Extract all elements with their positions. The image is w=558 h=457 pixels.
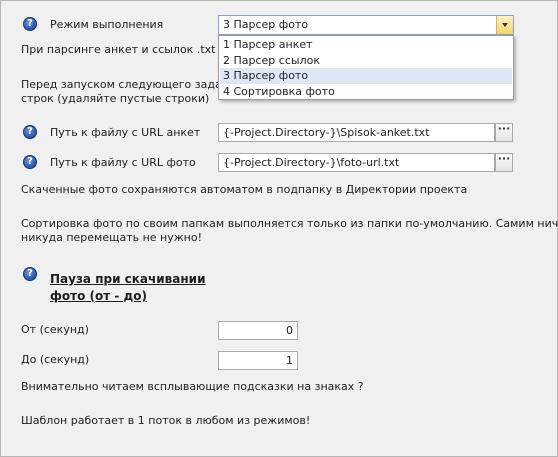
mode-select[interactable]: 3 Парсер фото [218,15,514,35]
before-start-note-line1: Перед запуском следующего задания ( [21,78,251,91]
to-seconds-label: До (секунд) [21,353,90,366]
saved-photos-note: Скаченные фото сохраняются автоматом в п… [21,183,468,196]
url-anket-input[interactable]: {-Project.Directory-}\Spisok-anket.txt [218,123,495,142]
from-seconds-label: От (секунд) [21,323,89,336]
read-hints-note: Внимательно читаем всплывающие подсказки… [21,380,364,393]
settings-panel: Режим выполнения 3 Парсер фото При парси… [0,0,558,457]
mode-option-selected[interactable]: 3 Парсер фото [220,68,512,84]
sorting-note-line2: никуда перемещать не нужно! [21,231,203,244]
url-anket-browse-button[interactable]: ··· [495,123,513,142]
help-icon[interactable] [23,17,37,31]
mode-label: Режим выполнения [50,18,164,31]
mode-option[interactable]: 4 Сортировка фото [220,84,512,100]
before-start-note-line2: строк (удаляйте пустые строки) [21,92,210,105]
pause-heading-line1: Пауза при скачивании [50,272,206,286]
parsing-note: При парсинге анкет и ссылок .txt файл [21,43,250,56]
pause-heading-line2: фото (от - до) [50,289,147,303]
mode-option[interactable]: 1 Парсер анкет [220,37,512,53]
threads-note: Шаблон работает в 1 поток в любом из реж… [21,414,311,427]
url-anket-label: Путь к файлу с URL анкет [50,126,201,139]
chevron-down-icon[interactable] [496,16,513,34]
help-icon[interactable] [23,125,37,139]
mode-selected-value: 3 Парсер фото [223,18,309,31]
from-seconds-input[interactable]: 0 [218,321,298,340]
url-foto-browse-button[interactable]: ··· [495,153,513,172]
mode-dropdown-list: 1 Парсер анкет 2 Парсер ссылок 3 Парсер … [218,35,514,100]
help-icon[interactable] [23,155,37,169]
url-foto-label: Путь к файлу с URL фото [50,156,196,169]
url-foto-input[interactable]: {-Project.Directory-}\foto-url.txt [218,153,495,172]
to-seconds-input[interactable]: 1 [218,351,298,370]
pause-heading: Пауза при скачивании фото (от - до) [50,271,205,305]
sorting-note-line1: Сортировка фото по своим папкам выполняе… [21,217,558,230]
help-icon[interactable] [23,267,37,281]
mode-option[interactable]: 2 Парсер ссылок [220,53,512,69]
